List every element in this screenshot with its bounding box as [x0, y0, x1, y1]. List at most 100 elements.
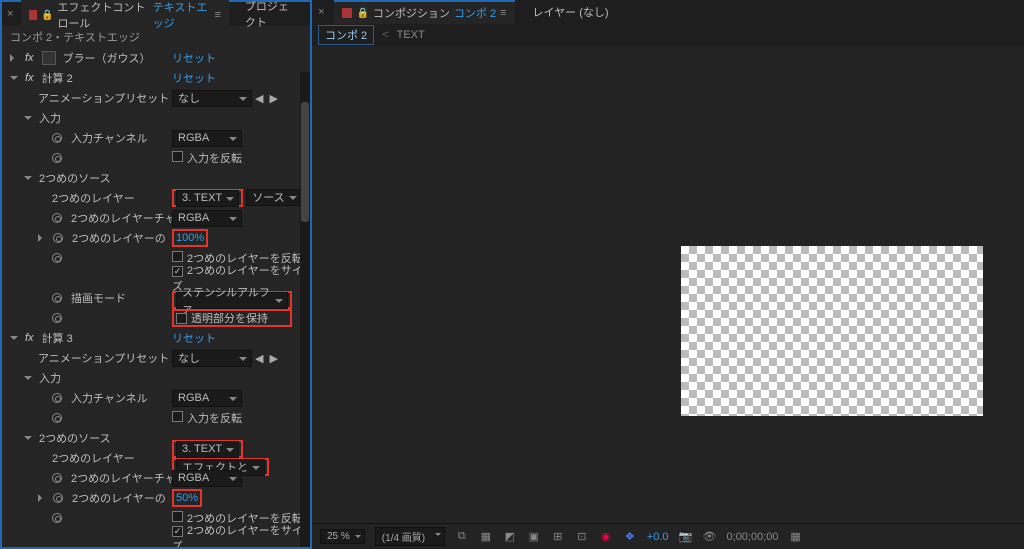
stopwatch-icon[interactable]: [52, 253, 62, 263]
blend-mode-label: 描画モード: [71, 290, 126, 306]
anim-preset-dropdown[interactable]: なし: [172, 90, 252, 107]
fx-badge-icon[interactable]: fx: [25, 332, 34, 344]
stopwatch-icon[interactable]: [52, 393, 62, 403]
stopwatch-icon[interactable]: [52, 153, 62, 163]
anim-preset-label: アニメーションプリセット :: [38, 350, 175, 366]
fast-preview-icon[interactable]: ⧉: [455, 530, 469, 544]
stopwatch-icon[interactable]: [52, 513, 62, 523]
stopwatch-icon[interactable]: [53, 493, 63, 503]
region-icon[interactable]: ▣: [527, 530, 541, 544]
show-snapshot-icon[interactable]: 👁: [703, 530, 717, 544]
second-layer-source-dropdown[interactable]: ソース: [246, 189, 301, 206]
next-preset-icon[interactable]: ▶: [266, 93, 280, 105]
group-input[interactable]: 入力: [39, 370, 61, 386]
expand-icon[interactable]: [24, 376, 32, 384]
snapshot-icon[interactable]: 📷: [679, 530, 693, 544]
tab-layer[interactable]: レイヤー (なし): [525, 1, 617, 23]
second-layer-channel-label: 2つめのレイヤーチャ: [71, 470, 176, 486]
second-layer-channel-dropdown[interactable]: RGBA: [172, 470, 242, 487]
preserve-trans-checkbox[interactable]: [176, 313, 187, 324]
comp-name: コンポ 2: [454, 5, 496, 21]
input-channel-label: 入力チャンネル: [71, 130, 148, 146]
stopwatch-icon[interactable]: [52, 413, 62, 423]
expand-icon[interactable]: [10, 336, 18, 344]
expand-icon[interactable]: [24, 116, 32, 124]
stopwatch-icon[interactable]: [53, 233, 63, 243]
group-second-source[interactable]: 2つめのソース: [39, 170, 111, 186]
mask-icon[interactable]: ◩: [503, 530, 517, 544]
second-layer-opacity-label: 2つめのレイヤーの: [72, 230, 166, 246]
blend-mode-dropdown[interactable]: ステンシルアルファ: [176, 292, 288, 309]
expand-icon[interactable]: [38, 234, 46, 242]
stopwatch-icon[interactable]: [52, 133, 62, 143]
channel-icon[interactable]: ◉: [599, 530, 613, 544]
effect-thumbnail: [42, 51, 56, 65]
panel-menu-icon[interactable]: ≡: [214, 9, 220, 21]
next-preset-icon[interactable]: ▶: [266, 353, 280, 365]
group-second-source[interactable]: 2つめのソース: [39, 430, 111, 446]
size-2nd-checkbox[interactable]: [172, 266, 183, 277]
second-layer-label: 2つめのレイヤー: [52, 450, 135, 466]
stopwatch-icon[interactable]: [52, 473, 62, 483]
second-layer-dropdown[interactable]: 3. TEXT: [176, 441, 239, 458]
input-channel-dropdown[interactable]: RGBA: [172, 130, 242, 147]
invert-input-checkbox[interactable]: [172, 151, 183, 162]
invert-input-checkbox[interactable]: [172, 411, 183, 422]
exposure-value[interactable]: +0.0: [647, 531, 669, 543]
transparency-grid-icon[interactable]: ▦: [479, 530, 493, 544]
stopwatch-icon[interactable]: [52, 293, 62, 303]
zoom-dropdown[interactable]: 25 %: [320, 529, 365, 544]
invert-2nd-checkbox[interactable]: [172, 511, 183, 522]
breadcrumb-text[interactable]: TEXT: [397, 29, 425, 41]
prev-preset-icon[interactable]: ◀: [252, 93, 266, 105]
expand-icon[interactable]: [24, 176, 32, 184]
second-layer-channel-dropdown[interactable]: RGBA: [172, 210, 242, 227]
reset-link[interactable]: リセット: [172, 50, 216, 66]
group-input[interactable]: 入力: [39, 110, 61, 126]
expand-icon[interactable]: [10, 76, 18, 84]
transparency-checkerboard: [681, 246, 983, 416]
second-layer-channel-label: 2つめのレイヤーチャ: [71, 210, 176, 226]
close-icon[interactable]: ×: [318, 6, 324, 18]
size-2nd-checkbox[interactable]: [172, 526, 183, 537]
reset-link[interactable]: リセット: [172, 70, 216, 86]
scroll-thumb[interactable]: [301, 102, 309, 222]
resolution-dropdown[interactable]: (1/4 画質): [375, 527, 445, 546]
anim-preset-dropdown[interactable]: なし: [172, 350, 252, 367]
close-icon[interactable]: ×: [7, 8, 13, 20]
second-layer-label: 2つめのレイヤー: [52, 190, 135, 206]
fx-badge-icon[interactable]: fx: [25, 52, 34, 64]
comp-tab-label: コンポジション: [373, 5, 450, 21]
effect-calc2[interactable]: 計算 2: [42, 70, 73, 86]
expand-icon[interactable]: [24, 436, 32, 444]
layer-color-swatch: [29, 10, 37, 20]
expand-icon[interactable]: [38, 494, 46, 502]
prev-preset-icon[interactable]: ◀: [252, 353, 266, 365]
effect-blur[interactable]: ブラー（ガウス）: [63, 50, 151, 66]
invert-input-label: 入力を反転: [187, 413, 242, 425]
second-layer-dropdown[interactable]: 3. TEXT: [176, 190, 239, 207]
input-channel-dropdown[interactable]: RGBA: [172, 390, 242, 407]
expand-icon[interactable]: [10, 54, 18, 62]
composition-viewer[interactable]: [312, 46, 1024, 523]
effect-calc3[interactable]: 計算 3: [42, 330, 73, 346]
timecode[interactable]: 0;00;00;00: [727, 531, 779, 543]
panel-menu-icon[interactable]: ≡: [500, 7, 506, 19]
stopwatch-icon[interactable]: [52, 313, 62, 323]
lock-icon: 🔒: [41, 10, 53, 21]
stopwatch-icon[interactable]: [52, 213, 62, 223]
grid-icon[interactable]: ⊞: [551, 530, 565, 544]
fx-badge-icon[interactable]: fx: [25, 72, 34, 84]
breadcrumb-comp[interactable]: コンポ 2: [318, 25, 374, 45]
scrollbar[interactable]: [300, 72, 310, 547]
timecode-menu-icon[interactable]: ▦: [789, 530, 803, 544]
second-layer-opacity-label: 2つめのレイヤーの: [72, 490, 166, 506]
tab-composition[interactable]: 🔒 コンポジション コンポ 2 ≡: [334, 0, 514, 24]
reset-link[interactable]: リセット: [172, 330, 216, 346]
guide-icon[interactable]: ⊡: [575, 530, 589, 544]
invert-2nd-checkbox[interactable]: [172, 251, 183, 262]
second-layer-opacity-value[interactable]: 100%: [176, 232, 204, 244]
color-mgmt-icon[interactable]: ❖: [623, 530, 637, 544]
comp-color-swatch: [342, 8, 352, 18]
second-layer-opacity-value[interactable]: 50%: [176, 492, 198, 504]
